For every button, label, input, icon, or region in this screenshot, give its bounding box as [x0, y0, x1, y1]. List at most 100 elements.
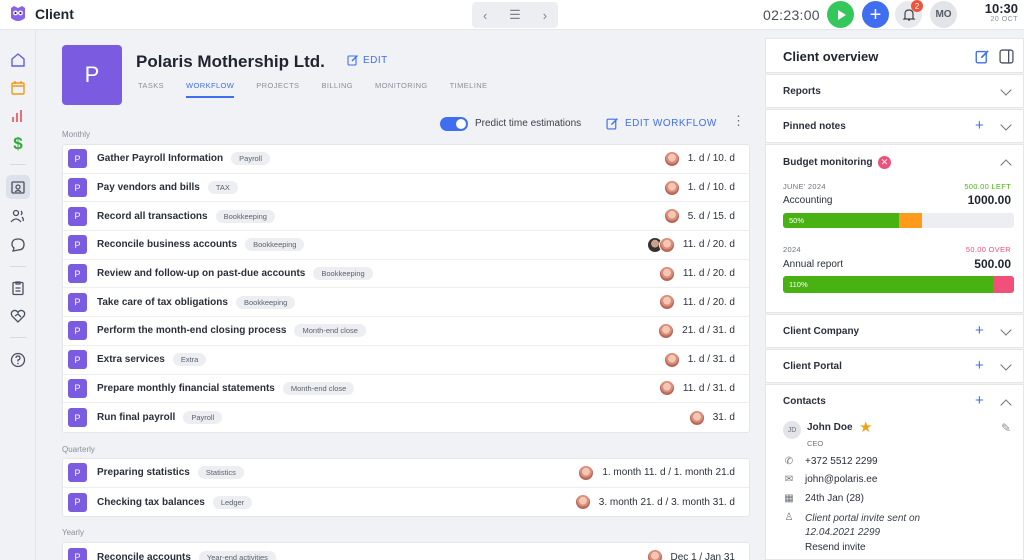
dollar-icon[interactable]: $	[6, 132, 30, 156]
task-name[interactable]: Pay vendors and bills	[97, 182, 200, 193]
add-portal-icon[interactable]: +	[975, 358, 984, 373]
task-name[interactable]: Take care of tax obligations	[97, 297, 228, 308]
client-icon[interactable]	[6, 175, 30, 199]
task-name[interactable]: Record all transactions	[97, 211, 208, 222]
star-icon[interactable]: ★	[859, 418, 872, 436]
task-meta: 11. d / 31. d	[658, 375, 735, 403]
edit-client-button[interactable]: EDIT	[347, 54, 388, 66]
task-row[interactable]: P Take care of tax obligations Bookkeeping…	[63, 288, 749, 318]
assignee-avatar[interactable]	[688, 409, 705, 426]
predict-time-toggle[interactable]	[440, 117, 468, 131]
chevron-down-icon[interactable]	[1000, 359, 1012, 371]
task-row[interactable]: P Gather Payroll Information Payroll 1. d /…	[63, 145, 749, 174]
task-name[interactable]: Extra services	[97, 354, 165, 365]
chevron-up-icon[interactable]	[1000, 159, 1012, 171]
assignee-avatar[interactable]	[663, 208, 680, 225]
contact-email-row[interactable]: ✉ john@polaris.ee	[783, 474, 878, 485]
users-icon[interactable]	[6, 204, 30, 228]
collapse-panel-icon[interactable]	[999, 49, 1014, 64]
assignee-avatar[interactable]	[658, 380, 675, 397]
task-row[interactable]: P Reconcile business accounts Bookkeeping 1…	[63, 231, 749, 260]
assignee-avatar[interactable]	[658, 236, 675, 253]
task-row[interactable]: P Prepare monthly financial statements Mon…	[63, 375, 749, 404]
task-name[interactable]: Run final payroll	[97, 412, 175, 423]
assignee-avatar[interactable]	[578, 464, 595, 481]
assignee-avatar[interactable]	[658, 322, 675, 339]
task-client-badge: P	[68, 378, 87, 398]
client-company-section[interactable]: Client Company +	[765, 314, 1024, 348]
task-name[interactable]: Prepare monthly financial statements	[97, 383, 275, 394]
resend-invite-link[interactable]: Resend invite	[805, 542, 866, 553]
tab-workflow[interactable]: WORKFLOW	[186, 81, 235, 98]
task-name[interactable]: Gather Payroll Information	[97, 153, 223, 164]
task-tag: TAX	[207, 181, 238, 195]
forward-arrow-icon[interactable]: ›	[543, 8, 547, 23]
task-name[interactable]: Perform the month-end closing process	[97, 325, 286, 336]
task-row[interactable]: P Preparing statistics Statistics 1. month …	[63, 459, 749, 488]
assignee-avatar[interactable]	[646, 549, 663, 560]
play-timer-button[interactable]	[827, 1, 854, 28]
assignee-avatar[interactable]	[658, 265, 675, 282]
edit-workflow-button[interactable]: EDIT WORKFLOW	[606, 117, 717, 130]
edit-icon[interactable]	[975, 49, 990, 64]
tab-tasks[interactable]: TASKS	[138, 81, 164, 98]
chevron-down-icon[interactable]	[1000, 324, 1012, 336]
task-client-badge: P	[68, 178, 87, 198]
task-name[interactable]: Reconcile business accounts	[97, 239, 237, 250]
assignee-avatar[interactable]	[663, 351, 680, 368]
task-meta: 1. month 11. d / 1. month 21.d	[578, 459, 735, 487]
pencil-icon[interactable]: ✎	[1001, 421, 1011, 435]
reports-section[interactable]: Reports	[765, 74, 1024, 108]
task-row[interactable]: P Extra services Extra 1. d / 31. d	[63, 346, 749, 375]
tab-projects[interactable]: PROJECTS	[256, 81, 299, 98]
notifications-button[interactable]: 2	[895, 0, 923, 28]
budget-label: Annual report	[783, 259, 844, 270]
add-button[interactable]: +	[862, 1, 889, 28]
add-note-icon[interactable]: +	[975, 118, 984, 133]
back-arrow-icon[interactable]: ‹	[483, 8, 487, 23]
user-avatar[interactable]: MO	[930, 1, 957, 28]
home-icon[interactable]	[6, 48, 30, 72]
task-name[interactable]: Review and follow-up on past-due account…	[97, 268, 305, 279]
task-name[interactable]: Preparing statistics	[97, 467, 190, 478]
assignee-avatar[interactable]	[658, 294, 675, 311]
task-duration: 11. d / 20. d	[682, 239, 735, 251]
bar-chart-icon[interactable]	[6, 104, 30, 128]
task-row[interactable]: P Reconcile accounts Year-end activities De…	[63, 543, 749, 560]
edit-label: EDIT	[363, 54, 388, 66]
tab-timeline[interactable]: TIMELINE	[450, 81, 488, 98]
sidebar-divider	[10, 266, 26, 267]
tab-billing[interactable]: BILLING	[321, 81, 353, 98]
contact-name[interactable]: John Doe	[807, 422, 853, 433]
list-icon[interactable]: ☰	[509, 7, 521, 23]
add-company-icon[interactable]: +	[975, 323, 984, 338]
help-icon[interactable]	[6, 348, 30, 372]
client-portal-section[interactable]: Client Portal +	[765, 349, 1024, 383]
task-row[interactable]: P Checking tax balances Ledger 3. month 21.…	[63, 488, 749, 517]
clipboard-icon[interactable]	[6, 276, 30, 300]
task-name[interactable]: Checking tax balances	[97, 497, 205, 508]
task-row[interactable]: P Record all transactions Bookkeeping 5. d …	[63, 202, 749, 232]
chevron-up-icon[interactable]	[1000, 399, 1012, 411]
assignee-avatar[interactable]	[663, 179, 680, 196]
owl-logo-icon[interactable]	[8, 4, 28, 24]
heart-handshake-icon[interactable]	[6, 304, 30, 328]
chevron-down-icon[interactable]	[1000, 84, 1012, 96]
task-row[interactable]: P Review and follow-up on past-due accoun…	[63, 260, 749, 289]
assignee-avatar[interactable]	[663, 150, 680, 167]
pinned-notes-section[interactable]: Pinned notes +	[765, 109, 1024, 143]
budget-progress-text: 50%	[789, 216, 805, 225]
task-name[interactable]: Reconcile accounts	[97, 552, 191, 560]
tab-monitoring[interactable]: MONITORING	[375, 81, 428, 98]
history-nav: ‹ ☰ ›	[472, 2, 558, 28]
calendar-icon[interactable]	[6, 76, 30, 100]
assignee-avatar[interactable]	[574, 494, 591, 511]
contact-phone-row[interactable]: ✆ +372 5512 2299	[783, 456, 878, 467]
task-row[interactable]: P Run final payroll Payroll 31. d	[63, 403, 749, 432]
more-options-icon[interactable]: ⋮	[732, 114, 745, 127]
task-row[interactable]: P Perform the month-end closing process Mo…	[63, 317, 749, 346]
task-row[interactable]: P Pay vendors and bills TAX 1. d / 10. d	[63, 174, 749, 203]
chevron-down-icon[interactable]	[1000, 119, 1012, 131]
chat-icon[interactable]	[6, 233, 30, 257]
add-contact-icon[interactable]: +	[975, 393, 984, 408]
